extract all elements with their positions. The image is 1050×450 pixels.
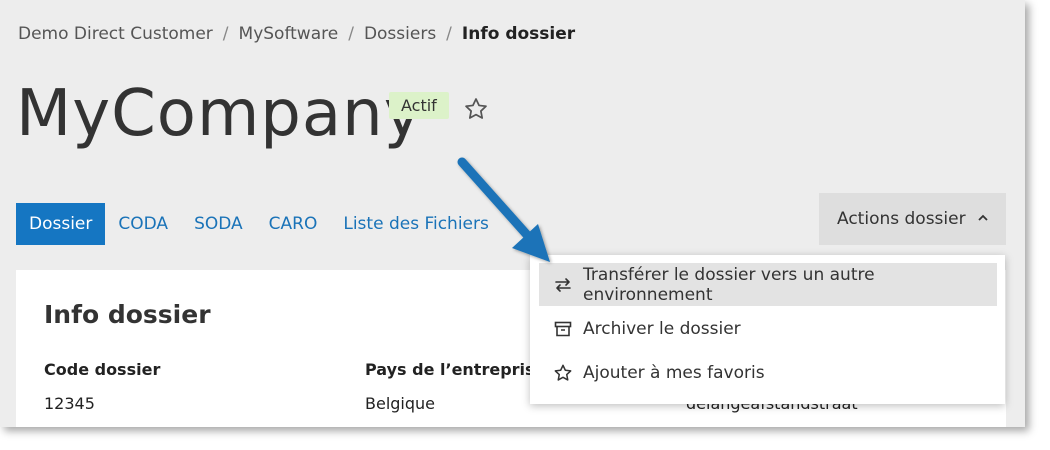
breadcrumb-separator: / <box>446 24 452 44</box>
status-badge: Actif <box>389 92 449 119</box>
actions-dossier-button[interactable]: Actions dossier <box>819 193 1006 245</box>
actions-dropdown-menu: Transférer le dossier vers un autre envi… <box>530 255 1005 404</box>
field-value-code-dossier: 12345 <box>44 394 95 413</box>
menu-item-archive[interactable]: Archiver le dossier <box>539 307 997 350</box>
actions-dossier-label: Actions dossier <box>837 209 966 229</box>
app-frame: Demo Direct Customer / MySoftware / Dossiers… <box>0 0 1025 427</box>
menu-item-label: Archiver le dossier <box>583 318 741 339</box>
star-icon <box>554 364 572 381</box>
archive-icon <box>554 321 572 336</box>
tab-liste-des-fichiers[interactable]: Liste des Fichiers <box>330 203 502 245</box>
breadcrumb-item-dossiers[interactable]: Dossiers <box>364 24 436 44</box>
breadcrumb-separator: / <box>222 24 229 44</box>
breadcrumb: Demo Direct Customer / MySoftware / Dossiers… <box>18 24 575 44</box>
tab-dossier[interactable]: Dossier <box>16 203 106 245</box>
transfer-icon <box>555 277 571 292</box>
card-title: Info dossier <box>44 300 211 329</box>
tab-bar: Dossier CODA SODA CARO Liste des Fichier… <box>16 203 502 245</box>
menu-item-favorite[interactable]: Ajouter à mes favoris <box>539 351 997 394</box>
breadcrumb-separator: / <box>348 24 354 44</box>
field-label-code-dossier: Code dossier <box>44 360 161 379</box>
breadcrumb-current: Info dossier <box>461 24 576 44</box>
tab-soda[interactable]: SODA <box>181 203 256 245</box>
field-label-pays: Pays de l’entreprise <box>365 360 546 379</box>
menu-item-label: Ajouter à mes favoris <box>583 362 765 383</box>
page-title: MyCompany <box>16 77 423 151</box>
chevron-up-icon <box>978 214 988 221</box>
tab-caro[interactable]: CARO <box>256 203 331 245</box>
menu-item-label: Transférer le dossier vers un autre envi… <box>583 264 875 305</box>
star-outline-icon[interactable] <box>463 96 489 122</box>
tab-coda[interactable]: CODA <box>105 203 181 245</box>
breadcrumb-item-software[interactable]: MySoftware <box>239 24 339 44</box>
menu-item-transfer[interactable]: Transférer le dossier vers un autre envi… <box>539 263 997 306</box>
breadcrumb-item-customer[interactable]: Demo Direct Customer <box>18 24 213 44</box>
field-value-pays: Belgique <box>365 394 436 413</box>
